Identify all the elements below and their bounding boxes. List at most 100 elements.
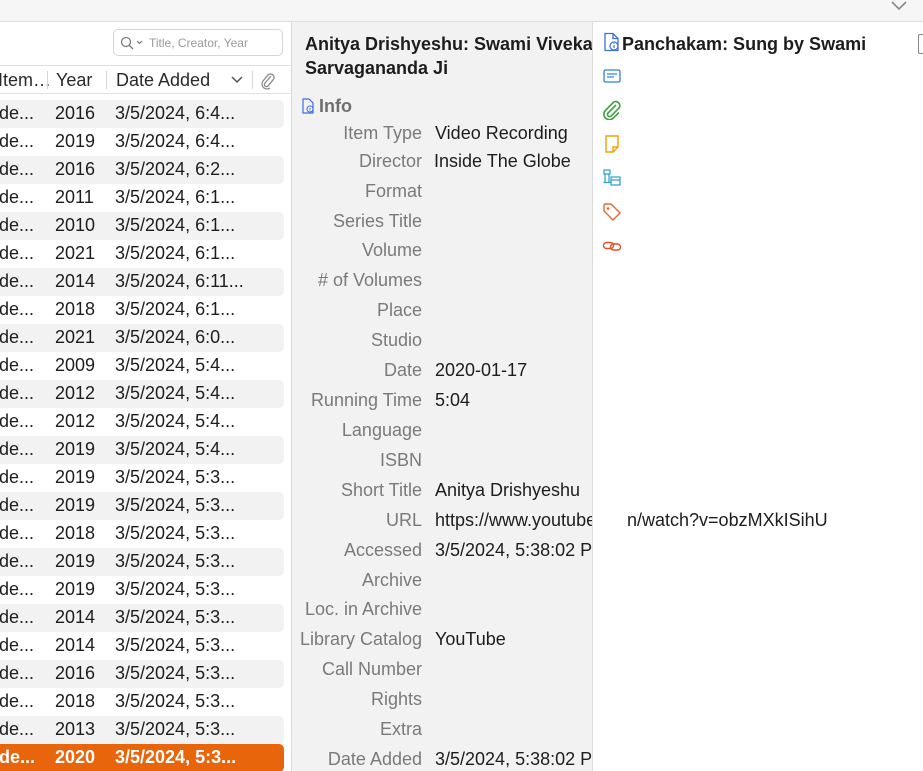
table-row[interactable]: de... 2019 3/5/2024, 5:3...: [0, 492, 284, 520]
field-value[interactable]: Video Recording: [435, 123, 568, 144]
field-studio[interactable]: Studio: [292, 330, 592, 356]
field-value[interactable]: 3/5/2024, 5:38:02 P: [435, 540, 592, 561]
date-added-cell: 3/5/2024, 5:4...: [115, 355, 236, 375]
date-added-cell: 3/5/2024, 5:3...: [115, 747, 237, 767]
field-label: Running Time: [310, 390, 422, 410]
libraries-collections-icon[interactable]: [602, 168, 622, 188]
column-header-date-added[interactable]: Date Added: [116, 70, 210, 91]
abstract-icon[interactable]: [602, 66, 622, 86]
year-cell: 2019: [55, 551, 96, 571]
table-row[interactable]: de... 2021 3/5/2024, 6:0...: [0, 324, 284, 352]
item-title-cell: de...: [0, 495, 35, 515]
field-label: Date: [383, 360, 422, 380]
field-place[interactable]: Place: [292, 300, 592, 326]
field-value[interactable]: https://www.youtube: [435, 510, 592, 531]
item-title[interactable]: Anitya Drishyeshu: Swami Vivekan Sarvaga…: [305, 32, 592, 80]
year-cell: 2019: [55, 467, 96, 487]
info-section-header[interactable]: Info: [301, 96, 352, 117]
table-row[interactable]: de... 2021 3/5/2024, 6:1...: [0, 240, 284, 268]
field-value[interactable]: 5:04: [435, 390, 470, 411]
chevron-down-icon[interactable]: [889, 0, 909, 14]
field-running-time[interactable]: Running Time 5:04: [292, 390, 592, 416]
field-value[interactable]: 2020-01-17: [435, 360, 527, 381]
sort-chevron-down-icon[interactable]: [231, 76, 243, 84]
item-title-cell: de...: [0, 663, 35, 683]
table-row[interactable]: de... 2016 3/5/2024, 5:3...: [0, 660, 284, 688]
field-volume[interactable]: Volume: [292, 240, 592, 266]
field-item-type[interactable]: Item Type Video Recording: [292, 123, 592, 149]
table-row[interactable]: de... 2019 3/5/2024, 5:3...: [0, 464, 284, 492]
field-director[interactable]: Director Inside The Globe: [292, 151, 592, 177]
pane-toggle-icon[interactable]: [918, 34, 923, 54]
field-series-title[interactable]: Series Title: [292, 211, 592, 237]
table-row[interactable]: de... 2012 3/5/2024, 5:4...: [0, 408, 284, 436]
field-format[interactable]: Format: [292, 181, 592, 207]
date-added-cell: 3/5/2024, 6:11...: [115, 271, 244, 291]
column-divider[interactable]: [106, 71, 107, 89]
table-row[interactable]: de... 2010 3/5/2024, 6:1...: [0, 212, 284, 240]
column-divider[interactable]: [252, 71, 253, 89]
table-row[interactable]: de... 2014 3/5/2024, 5:3...: [0, 632, 284, 660]
field-extra[interactable]: Extra: [292, 719, 592, 745]
field-library-catalog[interactable]: Library Catalog YouTube: [292, 629, 592, 655]
date-added-cell: 3/5/2024, 5:3...: [115, 663, 236, 683]
search-box[interactable]: [113, 29, 283, 56]
item-title-cell: de...: [0, 411, 35, 431]
search-icon[interactable]: [120, 36, 146, 50]
item-title-cell: de...: [0, 383, 35, 403]
table-row[interactable]: de... 2018 3/5/2024, 6:1...: [0, 296, 284, 324]
date-added-cell: 3/5/2024, 6:0...: [115, 327, 236, 347]
attachments-icon[interactable]: [602, 100, 622, 120]
table-row[interactable]: de... 2018 3/5/2024, 5:3...: [0, 688, 284, 716]
side-nav-pane: a Panchakam: Sung by Swami n/watch?v=obz…: [592, 22, 923, 771]
field-call-number[interactable]: Call Number: [292, 659, 592, 685]
table-row[interactable]: de... 2013 3/5/2024, 5:3...: [0, 716, 284, 744]
field-isbn[interactable]: ISBN: [292, 450, 592, 476]
table-row[interactable]: de... 2009 3/5/2024, 5:4...: [0, 352, 284, 380]
field-num-volumes[interactable]: # of Volumes: [292, 270, 592, 296]
year-cell: 2019: [55, 439, 96, 459]
info-icon[interactable]: [602, 32, 622, 52]
field-short-title[interactable]: Short Title Anitya Drishyeshu: [292, 480, 592, 506]
field-value[interactable]: YouTube: [435, 629, 506, 650]
table-row-selected[interactable]: de... 2020 3/5/2024, 5:3...: [0, 744, 284, 771]
tags-icon[interactable]: [602, 202, 622, 222]
field-label: Item Type: [343, 123, 422, 143]
field-value[interactable]: Anitya Drishyeshu: [435, 480, 580, 501]
field-rights[interactable]: Rights: [292, 689, 592, 715]
field-date[interactable]: Date 2020-01-17: [292, 360, 592, 386]
search-input[interactable]: [149, 33, 277, 52]
field-accessed[interactable]: Accessed 3/5/2024, 5:38:02 P: [292, 540, 592, 566]
column-header-year[interactable]: Year: [56, 70, 92, 91]
table-row[interactable]: de... 2019 3/5/2024, 5:3...: [0, 548, 284, 576]
table-row[interactable]: de... 2016 3/5/2024, 6:4...: [0, 100, 284, 128]
table-row[interactable]: de... 2019 3/5/2024, 5:4...: [0, 436, 284, 464]
field-url[interactable]: URL https://www.youtube: [292, 510, 592, 536]
field-label: ISBN: [379, 450, 422, 470]
info-icon: [302, 98, 314, 114]
table-row[interactable]: de... 2012 3/5/2024, 5:4...: [0, 380, 284, 408]
field-archive[interactable]: Archive: [292, 570, 592, 596]
date-added-cell: 3/5/2024, 5:4...: [115, 439, 236, 459]
column-header-item[interactable]: Item…: [0, 70, 51, 91]
table-row[interactable]: de... 2019 3/5/2024, 6:4...: [0, 128, 284, 156]
table-row[interactable]: de... 2011 3/5/2024, 6:1...: [0, 184, 284, 212]
item-title-cell: de...: [0, 719, 35, 739]
date-added-cell: 3/5/2024, 6:4...: [115, 131, 236, 151]
related-icon[interactable]: [602, 236, 622, 256]
field-date-added[interactable]: Date Added 3/5/2024, 5:38:02 P: [292, 749, 592, 771]
attachment-column-icon[interactable]: [260, 72, 276, 90]
item-title-cell: de...: [0, 607, 35, 627]
table-row[interactable]: de... 2018 3/5/2024, 5:3...: [0, 520, 284, 548]
notes-icon[interactable]: [602, 134, 622, 154]
field-language[interactable]: Language: [292, 420, 592, 446]
table-row[interactable]: de... 2016 3/5/2024, 6:2...: [0, 156, 284, 184]
table-row[interactable]: de... 2019 3/5/2024, 5:3...: [0, 576, 284, 604]
column-divider[interactable]: [47, 71, 48, 89]
field-loc-in-archive[interactable]: Loc. in Archive: [292, 599, 592, 625]
field-value[interactable]: Inside The Globe: [434, 151, 571, 172]
year-cell: 2012: [55, 411, 96, 431]
year-cell: 2021: [55, 327, 96, 347]
table-row[interactable]: de... 2014 3/5/2024, 6:11...: [0, 268, 284, 296]
table-row[interactable]: de... 2014 3/5/2024, 5:3...: [0, 604, 284, 632]
